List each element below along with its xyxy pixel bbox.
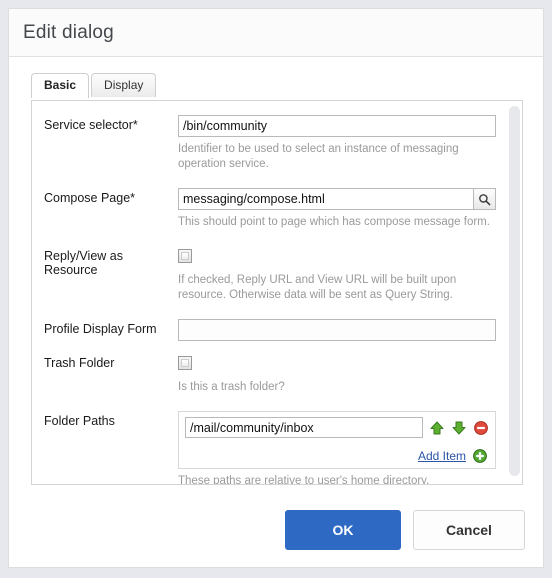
tab-basic[interactable]: Basic	[31, 73, 90, 98]
folder-paths-item-row	[185, 417, 489, 438]
field-row-trash-folder: Trash Folder Is this a trash folder?	[32, 353, 522, 395]
trash-folder-checkbox[interactable]	[178, 356, 192, 370]
reply-view-as-resource-label: Reply/View as Resource	[44, 249, 123, 277]
folder-paths-label: Folder Paths	[44, 414, 115, 428]
service-selector-input[interactable]	[178, 115, 496, 137]
move-up-icon[interactable]	[429, 420, 445, 436]
cancel-button[interactable]: Cancel	[413, 510, 525, 550]
trash-folder-label: Trash Folder	[44, 356, 115, 370]
folder-paths-multifield: Add Item	[178, 411, 496, 469]
ok-button[interactable]: OK	[285, 510, 401, 550]
compose-page-field: This should point to page which has comp…	[178, 188, 522, 230]
folder-path-input[interactable]	[185, 417, 423, 438]
form-panel: Service selector* Identifier to be used …	[31, 100, 523, 485]
form-panel-content: Service selector* Identifier to be used …	[32, 101, 522, 484]
service-selector-label: Service selector*	[44, 118, 138, 132]
field-row-reply-view-as-resource: Reply/View as Resource If checked, Reply…	[32, 246, 522, 303]
service-selector-help: Identifier to be used to select an insta…	[178, 143, 459, 170]
panel-scrollbar[interactable]	[509, 104, 520, 480]
compose-page-input-group	[178, 188, 522, 210]
service-selector-field: Identifier to be used to select an insta…	[178, 115, 522, 172]
compose-page-label: Compose Page*	[44, 191, 136, 205]
tab-display[interactable]: Display	[91, 73, 157, 97]
add-item-link[interactable]: Add Item	[418, 449, 466, 463]
compose-page-help: This should point to page which has comp…	[178, 216, 490, 228]
tab-bar: Basic Display	[31, 73, 543, 98]
profile-display-form-field	[178, 319, 522, 341]
field-row-folder-paths: Folder Paths /mail/community/inbox Add I…	[32, 411, 522, 485]
dialog-footer: OK Cancel	[9, 493, 543, 567]
profile-display-form-label: Profile Display Form	[44, 322, 157, 336]
add-item-icon[interactable]	[472, 448, 488, 464]
dialog-title: Edit dialog	[23, 21, 114, 43]
folder-paths-help: These paths are relative to user's home …	[178, 475, 430, 485]
folder-paths-add-row: Add Item	[185, 448, 489, 464]
edit-dialog: Edit dialog Basic Display Service select…	[8, 8, 544, 568]
profile-display-form-input[interactable]	[178, 319, 496, 341]
move-down-icon[interactable]	[451, 420, 467, 436]
reply-view-as-resource-help: If checked, Reply URL and View URL will …	[178, 274, 457, 301]
trash-folder-help: Is this a trash folder?	[178, 381, 285, 393]
folder-paths-field: Add Item These paths are relative to use…	[178, 411, 522, 485]
field-row-service-selector: Service selector* Identifier to be used …	[32, 115, 522, 172]
dialog-header: Edit dialog	[9, 9, 543, 57]
field-row-profile-display-form: Profile Display Form	[32, 319, 522, 341]
trash-folder-field: Is this a trash folder?	[178, 353, 522, 395]
reply-view-as-resource-checkbox[interactable]	[178, 249, 192, 263]
panel-scrollbar-thumb[interactable]	[509, 106, 520, 476]
folder-path-actions	[429, 420, 489, 436]
reply-view-as-resource-field: If checked, Reply URL and View URL will …	[178, 246, 522, 303]
search-icon	[479, 193, 491, 205]
compose-page-input[interactable]	[178, 188, 473, 210]
field-row-compose-page: Compose Page* This should point to page …	[32, 188, 522, 230]
search-icon-button[interactable]	[473, 188, 496, 210]
remove-item-icon[interactable]	[473, 420, 489, 436]
